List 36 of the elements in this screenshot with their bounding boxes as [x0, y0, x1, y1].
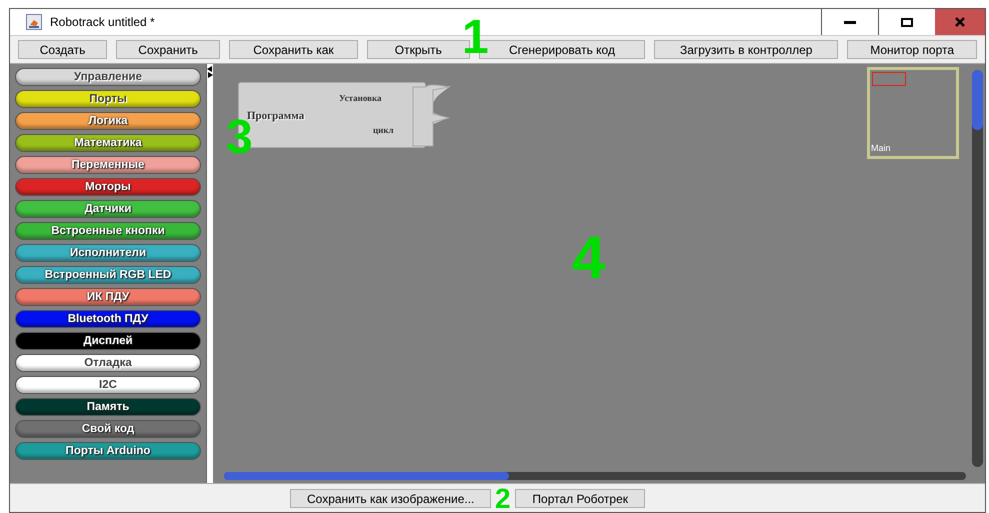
toolbar-button[interactable]: Сохранить [116, 40, 220, 59]
category-button[interactable]: Моторы [15, 178, 201, 196]
category-button[interactable]: Отладка [15, 354, 201, 372]
scrollbar-thumb[interactable] [972, 70, 983, 130]
viewport-rect [872, 72, 906, 86]
app-icon [26, 14, 42, 30]
toolbar-button[interactable]: Монитор порта [847, 40, 977, 59]
toolbar-button[interactable]: Загрузить в контроллер [654, 40, 838, 59]
toolbar-button[interactable]: Создать [18, 40, 108, 59]
footer-button[interactable]: Сохранить как изображение... [290, 488, 492, 508]
close-icon [955, 17, 965, 27]
minimap[interactable]: Main [867, 67, 959, 159]
block-slot-label: цикл [373, 124, 394, 137]
callout-number: 2 [495, 485, 511, 513]
block-sockets-drawing [411, 84, 451, 148]
close-button[interactable] [935, 9, 985, 35]
category-button[interactable]: Свой код [15, 420, 201, 438]
block-title: Программа [247, 109, 304, 122]
minimap-label: Main [871, 142, 891, 154]
window-title: Robotrack untitled * [50, 14, 155, 31]
scrollbar-thumb[interactable] [224, 472, 509, 480]
toolbar-button[interactable]: Сохранить как [229, 40, 358, 59]
category-button[interactable]: Bluetooth ПДУ [15, 310, 201, 328]
category-button[interactable]: Порты [15, 90, 201, 108]
block-slot-label: Установка [339, 92, 382, 105]
horizontal-scrollbar[interactable] [224, 472, 966, 480]
category-button[interactable]: Дисплей [15, 332, 201, 350]
arrows-icon [207, 66, 213, 78]
callout-number: 4 [572, 228, 606, 288]
category-button[interactable]: I2C [15, 376, 201, 394]
vertical-scrollbar[interactable] [972, 70, 983, 467]
footer-button[interactable]: Портал Роботрек [515, 488, 646, 508]
category-button[interactable]: Память [15, 398, 201, 416]
maximize-icon [901, 18, 913, 26]
category-button[interactable]: Управление [15, 68, 201, 86]
minimize-icon [844, 20, 856, 24]
